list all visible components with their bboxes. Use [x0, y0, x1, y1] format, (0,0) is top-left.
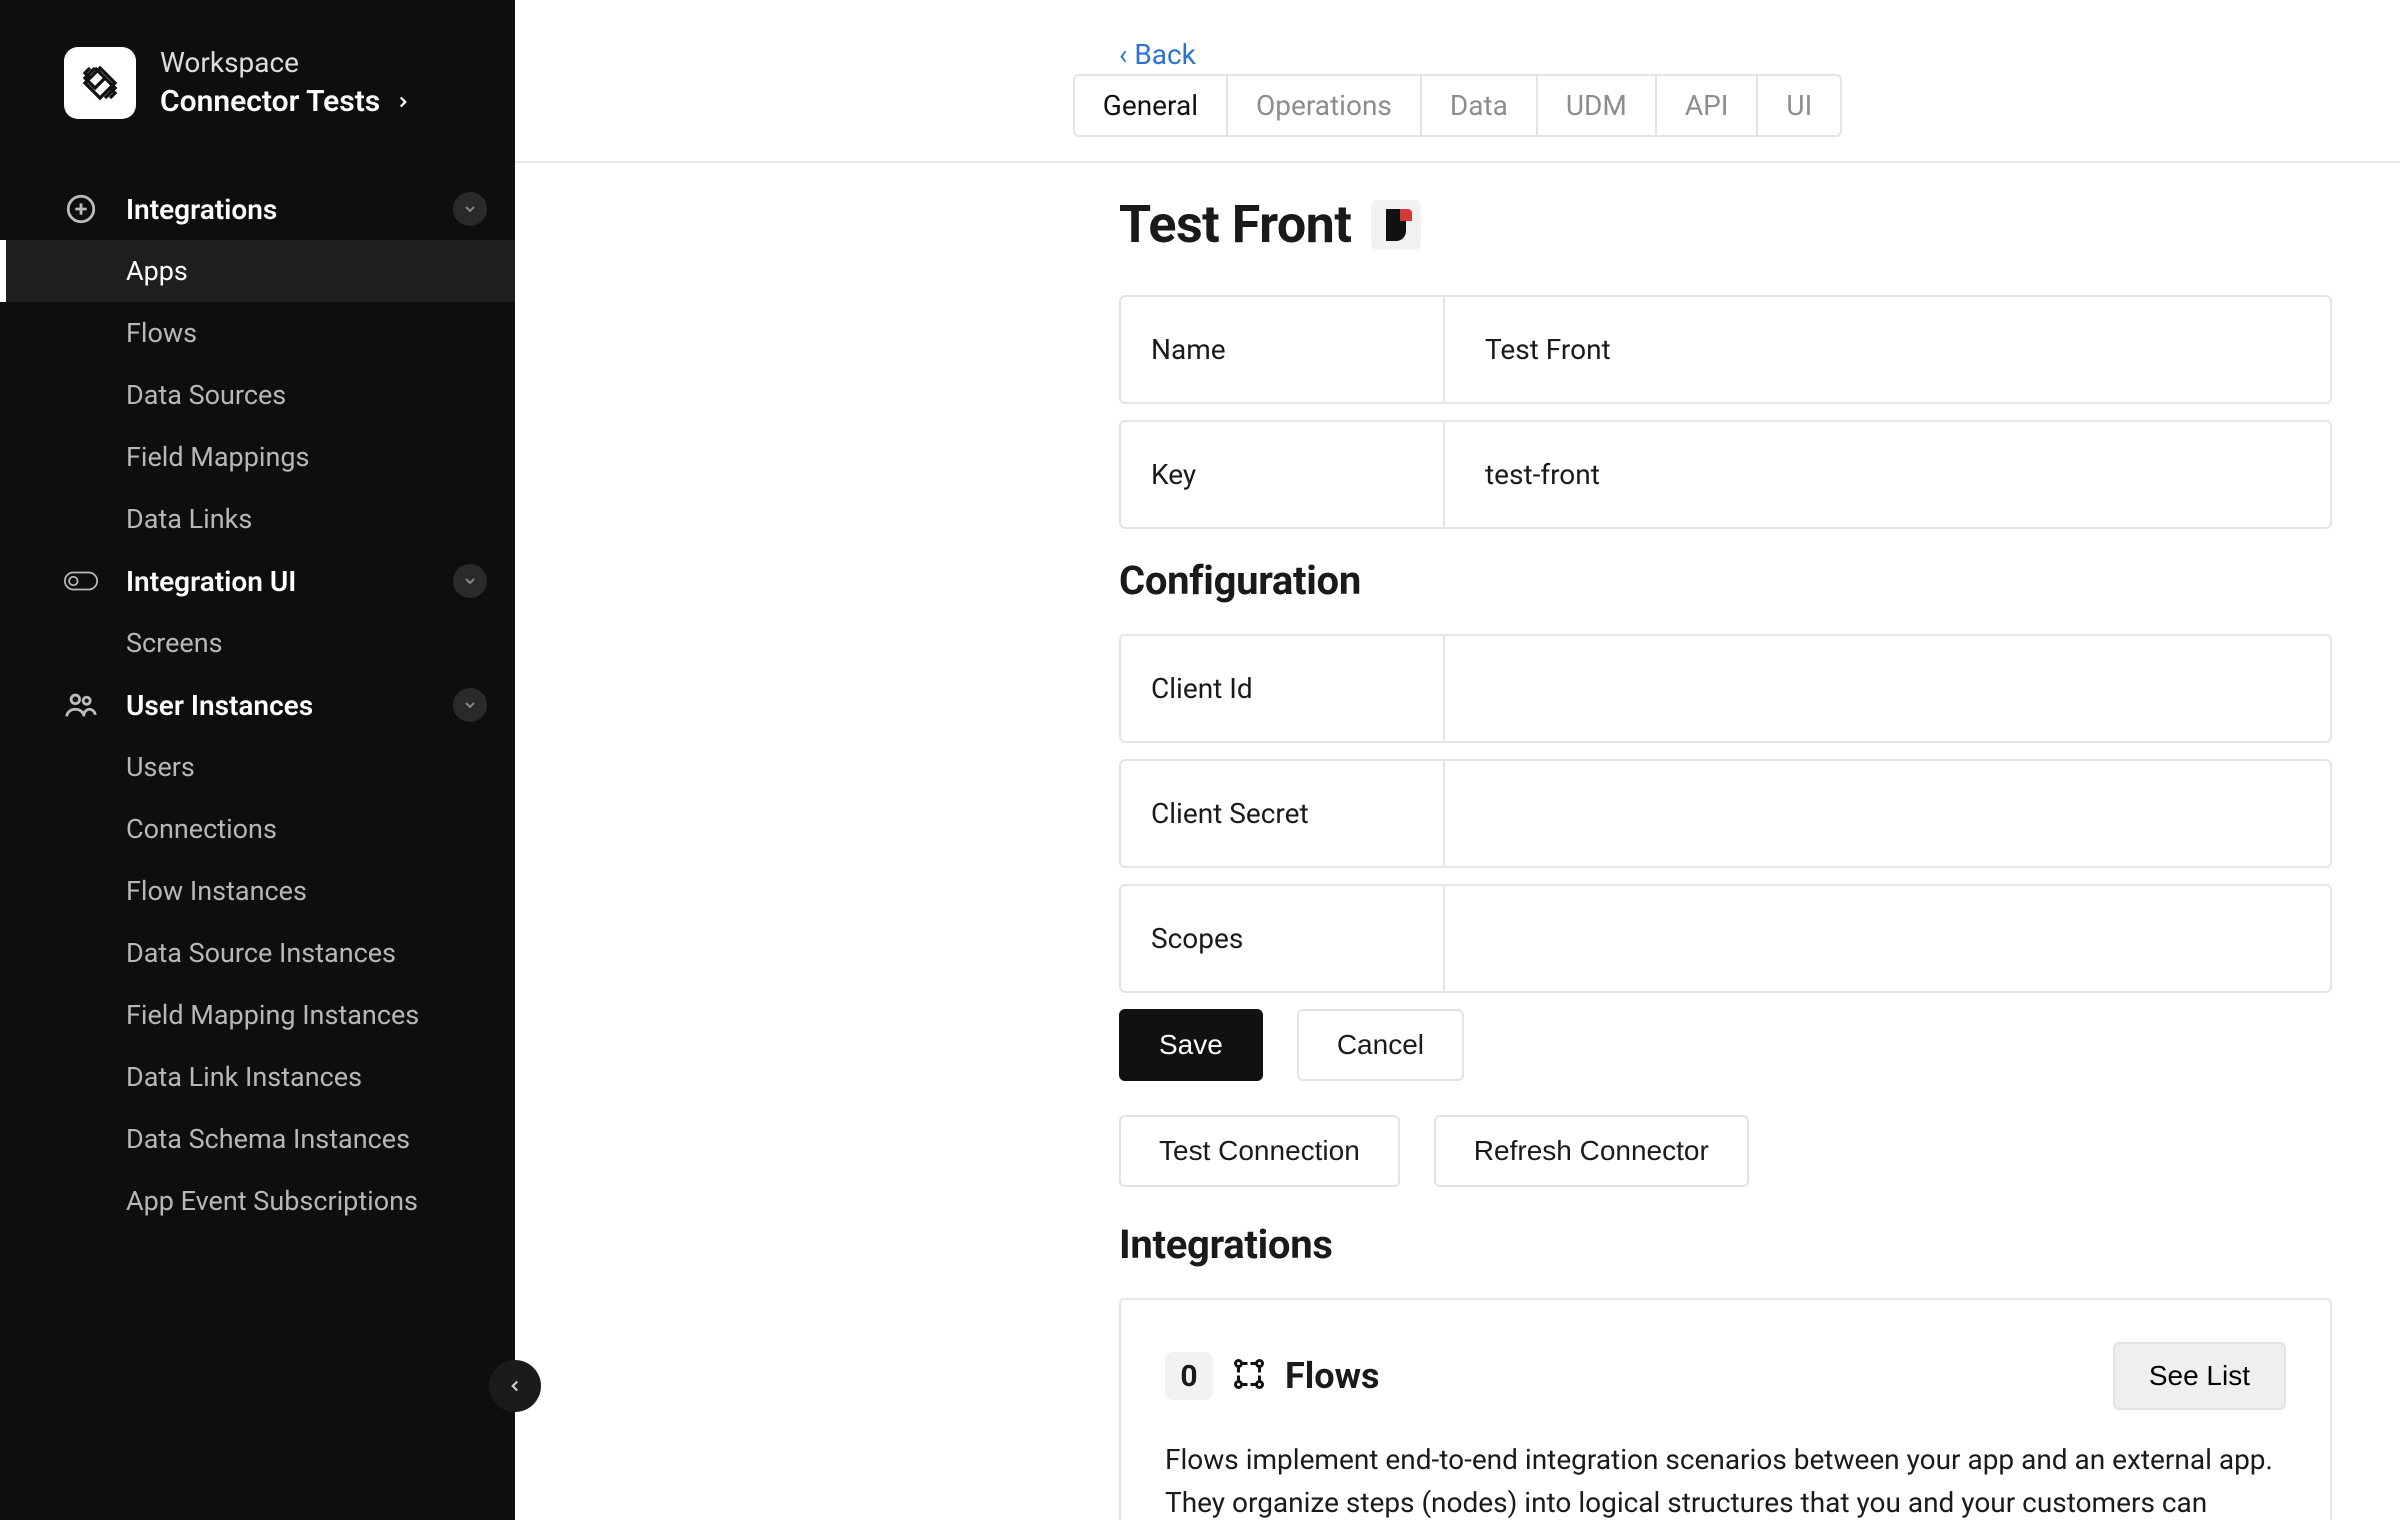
- configuration-heading: Configuration: [1119, 557, 2332, 604]
- tab-udm[interactable]: UDM: [1538, 74, 1657, 137]
- flows-count-badge: 0: [1165, 1352, 1213, 1400]
- back-link[interactable]: ‹ Back: [1119, 38, 1196, 71]
- flows-label: Flows: [1285, 1355, 1380, 1397]
- flows-icon: [1231, 1356, 1271, 1396]
- nav-section-integrations[interactable]: Integrations: [0, 178, 515, 240]
- sidebar-item-data-link-instances[interactable]: Data Link Instances: [0, 1046, 515, 1108]
- sidebar-item-field-mappings[interactable]: Field Mappings: [0, 426, 515, 488]
- field-scopes: Scopes: [1119, 884, 2332, 993]
- client-secret-input[interactable]: [1445, 761, 2330, 866]
- field-client-secret: Client Secret: [1119, 759, 2332, 868]
- sidebar-item-data-sources[interactable]: Data Sources: [0, 364, 515, 426]
- see-list-button[interactable]: See List: [2113, 1342, 2286, 1410]
- tab-data[interactable]: Data: [1422, 74, 1538, 137]
- nav-section-title: User Instances: [126, 689, 313, 722]
- tab-general[interactable]: General: [1073, 74, 1228, 137]
- field-label: Client Id: [1121, 636, 1445, 741]
- field-label: Key: [1121, 422, 1445, 527]
- sidebar-item-flow-instances[interactable]: Flow Instances: [0, 860, 515, 922]
- app-icon: [1371, 200, 1421, 250]
- nav-section-title: Integrations: [126, 193, 277, 226]
- sidebar-item-app-event-subscriptions[interactable]: App Event Subscriptions: [0, 1170, 515, 1232]
- users-icon: [64, 688, 104, 722]
- sidebar-item-flows[interactable]: Flows: [0, 302, 515, 364]
- field-key: Key test-front: [1119, 420, 2332, 529]
- workspace-logo-icon: [64, 47, 136, 119]
- flows-description: Flows implement end-to-end integration s…: [1165, 1438, 2286, 1520]
- chevron-down-icon: [453, 192, 487, 226]
- scopes-input[interactable]: [1445, 886, 2330, 991]
- field-client-id: Client Id: [1119, 634, 2332, 743]
- sidebar-item-apps[interactable]: Apps: [0, 240, 515, 302]
- chevron-down-icon: [453, 688, 487, 722]
- tab-api[interactable]: API: [1657, 74, 1759, 137]
- sidebar-item-screens[interactable]: Screens: [0, 612, 515, 674]
- plus-circle-icon: [64, 192, 104, 226]
- field-name: Name Test Front: [1119, 295, 2332, 404]
- flows-card: 0 Flows See List Flows implement end-to-…: [1119, 1298, 2332, 1520]
- field-label: Name: [1121, 297, 1445, 402]
- tab-bar: General Operations Data UDM API UI: [515, 98, 2400, 163]
- tab-ui[interactable]: UI: [1758, 74, 1842, 137]
- integrations-heading: Integrations: [1119, 1221, 2332, 1268]
- main-content: ‹ Back General Operations Data UDM API U…: [515, 0, 2400, 1520]
- chevron-right-icon: [394, 93, 412, 111]
- toggle-icon: [64, 570, 104, 592]
- workspace-switcher[interactable]: Workspace Connector Tests: [0, 44, 515, 122]
- save-button[interactable]: Save: [1119, 1009, 1263, 1081]
- sidebar: Workspace Connector Tests Integrations A…: [0, 0, 515, 1520]
- nav-section-integration-ui[interactable]: Integration UI: [0, 550, 515, 612]
- sidebar-item-connections[interactable]: Connections: [0, 798, 515, 860]
- refresh-connector-button[interactable]: Refresh Connector: [1434, 1115, 1749, 1187]
- nav-section-title: Integration UI: [126, 565, 296, 598]
- sidebar-item-users[interactable]: Users: [0, 736, 515, 798]
- workspace-name: Connector Tests: [160, 82, 380, 123]
- sidebar-item-field-mapping-instances[interactable]: Field Mapping Instances: [0, 984, 515, 1046]
- workspace-label: Workspace: [160, 44, 487, 82]
- chevron-down-icon: [453, 564, 487, 598]
- field-label: Scopes: [1121, 886, 1445, 991]
- field-value[interactable]: Test Front: [1445, 297, 2330, 402]
- field-label: Client Secret: [1121, 761, 1445, 866]
- tab-operations[interactable]: Operations: [1228, 74, 1422, 137]
- page-title: Test Front: [1119, 194, 1351, 255]
- nav-section-user-instances[interactable]: User Instances: [0, 674, 515, 736]
- cancel-button[interactable]: Cancel: [1297, 1009, 1464, 1081]
- client-id-input[interactable]: [1445, 636, 2330, 741]
- sidebar-item-data-schema-instances[interactable]: Data Schema Instances: [0, 1108, 515, 1170]
- field-value[interactable]: test-front: [1445, 422, 2330, 527]
- sidebar-item-data-source-instances[interactable]: Data Source Instances: [0, 922, 515, 984]
- sidebar-item-data-links[interactable]: Data Links: [0, 488, 515, 550]
- test-connection-button[interactable]: Test Connection: [1119, 1115, 1400, 1187]
